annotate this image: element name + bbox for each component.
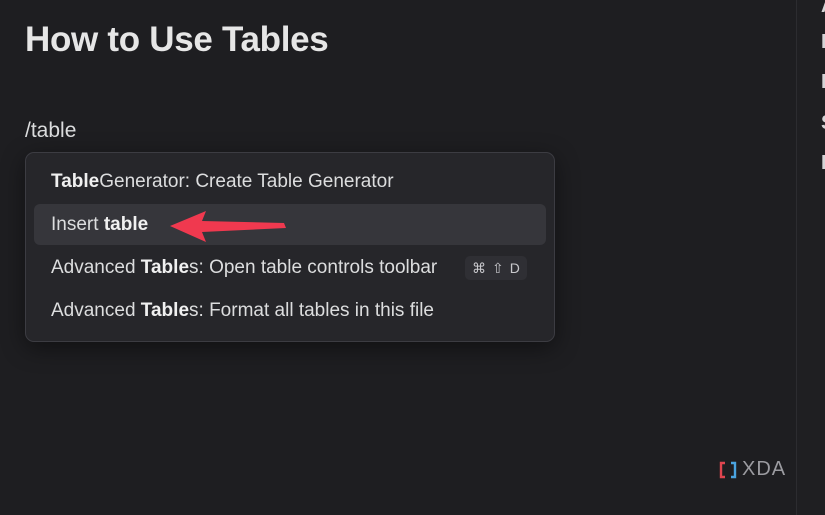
suggestion-open-table-toolbar[interactable]: Advanced Table s: Open table controls too… [34, 247, 546, 288]
suggestion-label: s: Open table controls toolbar [189, 256, 438, 278]
suggestion-label: Advanced [51, 299, 136, 321]
shift-key-icon: ⇧ [492, 259, 504, 276]
xda-watermark: XDA [718, 458, 786, 481]
suggestion-format-all-tables[interactable]: Advanced Table s: Format all tables in th… [34, 290, 546, 331]
edge-letter: S [821, 113, 825, 133]
page-title: How to Use Tables [25, 20, 329, 59]
suggestion-insert-table[interactable]: Insert table [34, 204, 546, 245]
suggestion-match: Table [140, 299, 190, 321]
hotkey-letter: D [509, 260, 520, 276]
watermark-text: XDA [742, 458, 787, 480]
hotkey-badge: ⌘ ⇧ D [465, 256, 527, 280]
suggestion-label: Insert [51, 213, 99, 235]
red-arrow-annotation-icon [170, 211, 286, 242]
right-side-panel: A I I S I [796, 0, 825, 515]
suggestion-match: Table [51, 170, 100, 192]
edge-letter: I [821, 152, 825, 174]
suggestion-match: table [103, 213, 149, 235]
suggestion-match: Table [140, 256, 190, 278]
suggestion-label: Advanced [51, 256, 136, 278]
xda-logo-icon [719, 461, 737, 478]
suggestion-label: Generator: Create Table Generator [99, 170, 394, 192]
slash-command-text[interactable]: /table [25, 119, 76, 143]
edge-letter: A [821, 0, 825, 16]
edge-letter: I [821, 71, 825, 93]
suggestion-table-generator[interactable]: Table Generator: Create Table Generator [34, 161, 546, 202]
suggestion-label: s: Format all tables in this file [189, 299, 434, 321]
command-key-icon: ⌘ [472, 259, 486, 276]
command-suggestion-popup: Table Generator: Create Table Generator … [25, 152, 555, 342]
editor-pane: How to Use Tables /table Table Generator… [0, 0, 796, 515]
edge-letter: I [821, 31, 825, 53]
